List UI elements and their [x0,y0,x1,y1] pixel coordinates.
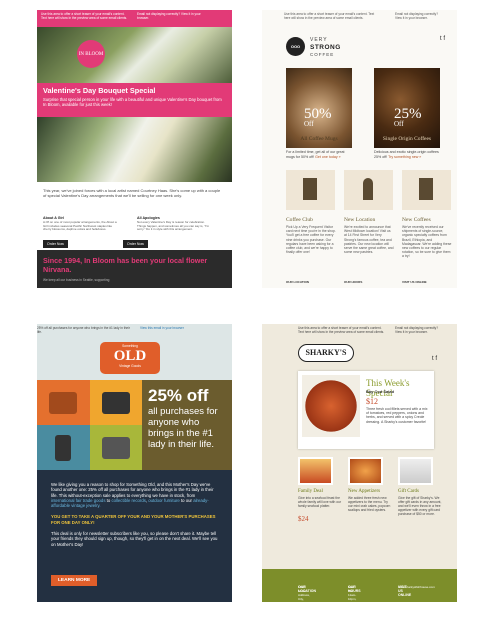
copy-paragraph: This deal is only for newsletter subscri… [51,531,218,547]
family-deal-text: Give into a seafood feast the whole fami… [298,496,342,508]
order-now-button[interactable]: Order Now [123,240,148,248]
gift-cards-text: Give the gift of Sharky's. We offer gift… [398,496,442,516]
sharkys-logo: SHARKY'S [298,344,354,362]
weekly-special-card: This Week's Special Bay Cod Salad $12 Th… [298,371,434,449]
lily-hero-image [37,27,232,83]
copy-text: to [106,497,111,503]
col-about-a-girl: About A Girl A riff on one of most popul… [43,216,118,232]
copy-link[interactable]: international fair trade goods [51,498,105,503]
view-in-browser-link[interactable]: Email not displaying correctly? View it … [395,326,440,334]
email-footer: Since 1994, In Bloom has been your local… [37,250,232,288]
promo-box: 25% off all purchases for anyone who bri… [142,380,232,470]
footer-text: We keep all our business in Seattle, sup… [43,278,110,282]
preheader-text: Use this area to offer a short teaser of… [298,326,385,334]
brand-name: VERY STRONG COFFEE [310,37,341,58]
lily-bouquet-image [37,117,232,182]
typewriter-tile [89,380,142,425]
coffee-club-text: Pick Up a Very Frequent Visitor card nex… [286,225,336,255]
copy-text: We like giving you a reason to shop for … [51,482,214,498]
view-in-browser-link[interactable]: Email not displaying correctly? View it … [395,12,440,20]
order-now-button[interactable]: Order Now [43,240,68,248]
footer-hours: OUR HOURS [344,280,363,284]
mugs-description: For a limited time, get all of our great… [286,150,352,159]
gift-cards-title: Gift Cards [398,489,419,494]
something-old-email: 25% off all purchases for anyone who bri… [37,324,232,602]
footer-text: Mon-Sat: 11am-10pm, Sun: 11am-9pm [348,585,357,602]
sharkys-footer: OUR LOCATION1234 Street Address, City, S… [262,569,457,602]
view-in-browser-link[interactable]: Email not displaying correctly? View it … [137,12,207,20]
intro-text: This year, we've joined forces with a lo… [43,188,221,198]
logo-line: Vintage Goods [119,364,141,368]
cod-salad-image [302,375,360,437]
new-coffees-image [402,170,451,210]
brand-line: VERY [310,37,328,43]
logo-line: OLD [113,348,147,364]
new-appetizers-text: We added three fresh new appetizers to t… [348,496,391,512]
in-bloom-email: Use this area to offer a short teaser of… [37,10,232,288]
coffees-caption: Single Origin Coffees [382,136,432,142]
email-copy: We like giving you a reason to shop for … [37,470,232,602]
camera-tile [37,380,90,425]
preheader-text: Use this area to offer a short teaser of… [41,12,128,20]
new-coffees-text: We've recently received our shipments of… [402,225,452,259]
new-location-heading: New Location [344,217,376,223]
promo-text: all purchases for anyone who brings in t… [148,406,218,450]
col-text: Not every Valentine's Day is reason for … [137,220,210,232]
gift-card-image [398,457,433,485]
footer-headline: Since 1994, In Bloom has been your local… [43,256,208,274]
email-subtitle: Surprise that special person in your lif… [43,97,222,108]
discount-percent: 50% Off [304,106,332,128]
discount-percent: 25% Off [394,106,422,128]
copy-link[interactable]: outdoor furniture [148,498,180,503]
very-strong-coffee-email: Use this area to offer a short teaser of… [262,10,457,288]
view-in-browser-link[interactable]: View this email in your browser [140,326,184,330]
family-deal-image [298,457,333,485]
family-deal-title: Family Deal [298,489,323,494]
get-one-today-link[interactable]: Get one today » [315,155,341,159]
copy-link[interactable]: collectible records [111,498,145,503]
col-all-apologies: All Apologies Not every Valentine's Day … [137,216,212,232]
copy-text: to our [180,497,192,503]
email-title: Valentine's Day Bouquet Special [43,86,156,95]
vintage-items-grid [37,380,142,470]
social-icons[interactable]: t f [440,36,445,42]
email-body: This year, we've joined forces with a lo… [37,182,232,250]
robot-tile [37,425,90,470]
footer-text: 1234 Street Address, City, State 12345 [298,585,310,602]
try-something-new-link[interactable]: Try something new » [388,155,421,159]
highlight-paragraph: YOU GET TO TAKE A QUARTER OFF YOUR AND Y… [51,514,216,525]
new-coffees-heading: New Coffees [402,217,431,223]
footer-location: OUR LOCATION [286,280,309,284]
col-text: A riff on one of most popular arrangemen… [43,220,117,232]
footer-link[interactable]: www.sharkysfishhouse.com [398,585,435,589]
special-description: Three fresh cod fillets served with a mi… [366,407,428,424]
special-name: Bay Cod Salad [366,389,395,394]
coffees-description: Delicious and exotic single-origin coffe… [374,150,440,159]
phone-tile [89,425,142,470]
sharkys-email: Use this area to offer a short teaser of… [262,324,457,602]
appetizers-image [348,457,383,485]
coffee-logo: OOO [286,37,305,56]
social-icons[interactable]: t f [432,356,437,362]
preheader-text: 25% off all purchases for anyone who bri… [37,326,130,334]
coffee-club-image [286,170,335,210]
family-deal-price: $24 [298,515,309,523]
coffee-club-heading: Coffee Club [286,217,313,223]
mugs-caption: All Coffee Mugs [300,136,338,142]
promo-discount: 25% off [148,386,209,405]
new-appetizers-title: New Appetizers [348,489,381,494]
location-image [344,170,393,210]
learn-more-button[interactable]: LEARN MORE [51,575,98,586]
copy-paragraph: We like giving you a reason to shop for … [51,482,214,509]
brand-line: COFFEE [310,52,335,57]
brand-line: STRONG [310,44,341,51]
special-title: This Week's Special [366,378,410,398]
new-location-text: We're excited to announce that West Midt… [344,225,394,255]
preheader-text: Use this area to offer a short teaser of… [284,12,375,20]
footer-online: VISIT US ONLINE [402,280,427,284]
in-bloom-logo: IN BLOOM [77,40,105,68]
something-old-logo: Something OLD Vintage Goods [100,342,160,374]
special-price: $12 [366,397,378,406]
